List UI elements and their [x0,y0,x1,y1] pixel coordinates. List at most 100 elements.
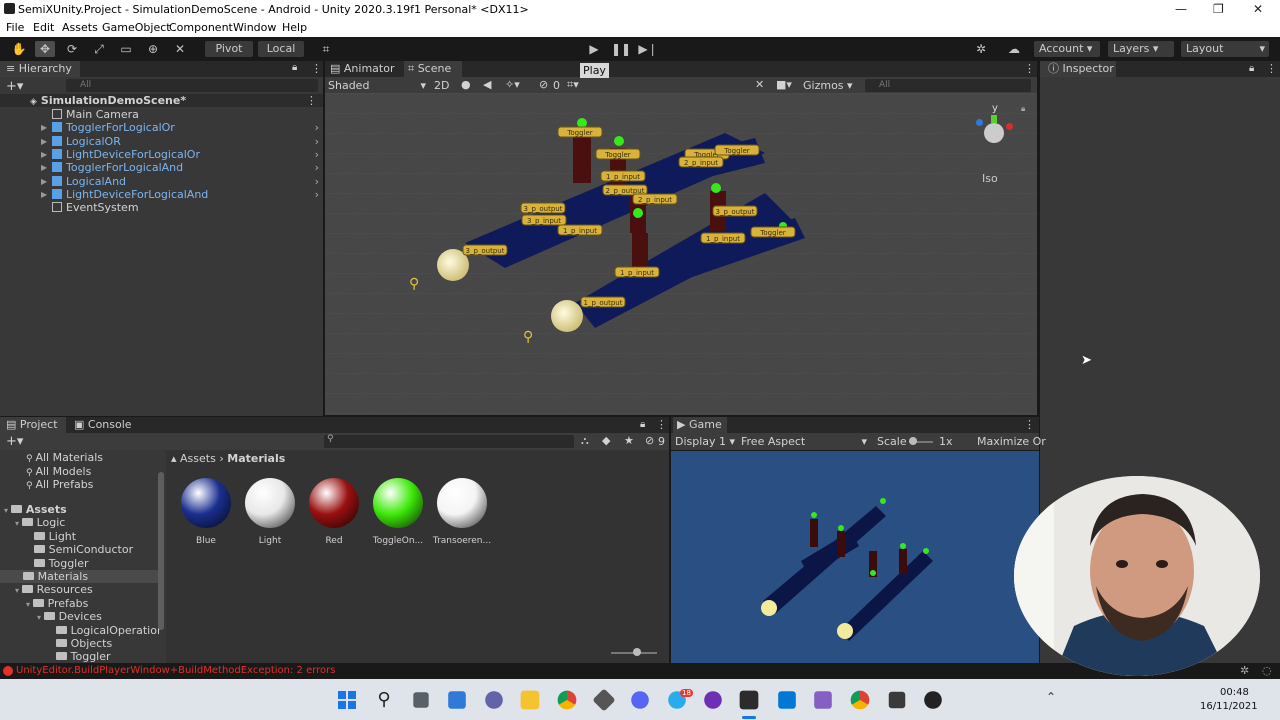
open-prefab-icon[interactable]: › [315,148,319,161]
tray-chevron-icon[interactable]: ⌃ [1046,690,1056,704]
lighting-icon[interactable]: ● [461,78,471,91]
project-folder[interactable]: ▾ Resources [0,583,158,596]
search-icon[interactable]: ⚲ [373,689,395,711]
hierarchy-item[interactable]: Main Camera [0,108,323,121]
folder-expand-icon[interactable]: ▾ [15,519,22,528]
layout-dropdown[interactable]: Layout ▾ [1181,41,1269,57]
material-asset[interactable]: Light [240,478,300,546]
menu-assets[interactable]: Assets [62,21,98,34]
folder-expand-icon[interactable]: ▾ [15,586,22,595]
hand-tool-icon[interactable]: ✋ [9,41,29,57]
pivot-toggle[interactable]: Pivot [205,41,253,57]
unity-editor-icon[interactable] [739,690,759,710]
hierarchy-scene-row[interactable]: ◈ SimulationDemoScene* ⋮ [0,94,323,107]
folder-expand-icon[interactable] [48,640,56,649]
effects-icon[interactable]: ✧▾ [505,78,520,91]
rect-tool-icon[interactable]: ▭ [116,41,136,57]
camera-icon[interactable]: ■▾ [776,78,792,91]
pause-button[interactable]: ❚❚ [611,41,631,57]
project-folder[interactable]: ▾ Devices [0,610,158,623]
project-folder[interactable]: Toggler [0,557,158,570]
project-folder[interactable]: SemiConductor [0,543,158,556]
favorite-icon[interactable]: ★ [624,434,634,447]
grid-icon[interactable]: ⌗▾ [567,78,579,92]
project-add-button[interactable]: +▾ [6,434,23,449]
chrome-icon[interactable] [557,690,577,710]
clock-date[interactable]: 16/11/2021 [1200,701,1258,712]
shading-dropdown[interactable]: Shaded ▾ [328,79,426,92]
hierarchy-lock-icon[interactable]: 🔒︎ [292,62,297,73]
tools-icon[interactable]: ✕ [755,78,764,91]
project-folder[interactable]: ▾ Logic [0,516,158,529]
breadcrumb-assets[interactable]: Assets [180,452,216,465]
account-dropdown[interactable]: Account ▾ [1034,41,1100,57]
expand-arrow-icon[interactable]: ▶ [41,121,47,134]
project-folder[interactable]: Toggler [0,650,158,663]
material-asset[interactable]: ToggleOn... [368,478,428,546]
folder-expand-icon[interactable] [48,627,56,636]
folder-expand-icon[interactable] [26,560,34,569]
widgets-icon[interactable] [448,691,466,709]
tab-hierarchy[interactable]: ≡ Hierarchy [0,61,80,77]
gizmos-dropdown[interactable]: Gizmos ▾ [803,79,853,92]
breadcrumb-materials[interactable]: Materials [227,452,285,465]
tab-scene[interactable]: ⌗ Scene [404,61,462,77]
file-explorer-icon[interactable] [520,690,540,710]
menu-edit[interactable]: Edit [33,21,54,34]
audio-icon[interactable]: ◀︎ [483,78,491,91]
scene-gizmo[interactable]: y [970,103,1020,160]
visual-studio-icon[interactable] [814,691,832,709]
windows-start-icon[interactable] [336,689,358,711]
filter-label-icon[interactable]: ◆ [602,434,610,447]
favorite-item[interactable]: ⚲ All Materials [26,451,103,464]
aspect-dropdown[interactable]: Free Aspect ▾ [741,435,867,448]
scale-slider-handle[interactable] [909,437,917,445]
hidden-objects-icon[interactable]: ⊘ [539,78,548,91]
hierarchy-item[interactable]: EventSystem [0,201,323,214]
hierarchy-item[interactable]: ▶ › LogicalOR [0,135,323,148]
projection-label[interactable]: Iso [982,172,998,185]
menu-file[interactable]: File [6,21,24,34]
move-tool-icon[interactable]: ✥ [35,41,55,57]
open-prefab-icon[interactable]: › [315,121,319,134]
tab-inspector[interactable]: ⓘ Inspector [1040,61,1116,77]
expand-arrow-icon[interactable]: ▶ [41,175,47,188]
project-folder[interactable]: ▾ Assets [0,503,158,516]
scene-menu-icon[interactable]: ⋮ [306,94,317,107]
open-prefab-icon[interactable]: › [315,188,319,201]
close-button[interactable]: ✕ [1253,2,1263,16]
thumbnail-slider-handle[interactable] [633,648,641,656]
open-prefab-icon[interactable]: › [315,175,319,188]
project-folder[interactable]: LogicalOperatior [0,624,161,637]
bug-icon[interactable]: ✲ [1240,664,1249,677]
favorite-item[interactable]: ⚲ All Models [26,465,91,478]
github-icon[interactable] [704,691,722,709]
play-button[interactable]: ▶ [584,41,604,57]
folder-expand-icon[interactable] [26,546,34,555]
hierarchy-item[interactable]: ▶ › LightDeviceForLogicalAnd [0,188,323,201]
hierarchy-item[interactable]: ▶ › TogglerForLogicalAnd [0,161,323,174]
local-toggle[interactable]: Local [258,41,304,57]
task-view-icon[interactable] [413,692,429,708]
collab-icon[interactable]: ✲ [971,41,991,57]
project-search-input[interactable] [324,435,574,448]
expand-arrow-icon[interactable]: ▶ [41,148,47,161]
expand-arrow-icon[interactable]: ▶ [41,161,47,174]
game-viewport[interactable] [671,451,1039,663]
hierarchy-add-button[interactable]: +▾ [6,79,23,94]
scene-viewport[interactable]: ⚲ ⚲ Toggler Toggler Toggler Toggler Toggler 2… [325,93,1037,415]
custom-tool-icon[interactable]: ✕ [170,41,190,57]
restore-button[interactable]: ❐ [1213,2,1224,16]
menu-component[interactable]: Component [169,21,233,34]
open-prefab-icon[interactable]: › [315,135,319,148]
hierarchy-search-input[interactable]: All [66,79,318,92]
material-asset[interactable]: Transoeren... [432,478,492,546]
2d-toggle[interactable]: 2D [434,79,449,92]
tab-animator[interactable]: ▤ Animator [330,61,400,77]
material-asset[interactable]: Red [304,478,364,546]
game-menu-icon[interactable]: ⋮ [1024,418,1035,431]
folder-expand-icon[interactable]: ▾ [26,600,33,609]
tab-project[interactable]: ▤ Project [0,417,66,433]
project-folder[interactable]: Materials [0,570,158,583]
scene-search-input[interactable]: All [865,79,1031,92]
